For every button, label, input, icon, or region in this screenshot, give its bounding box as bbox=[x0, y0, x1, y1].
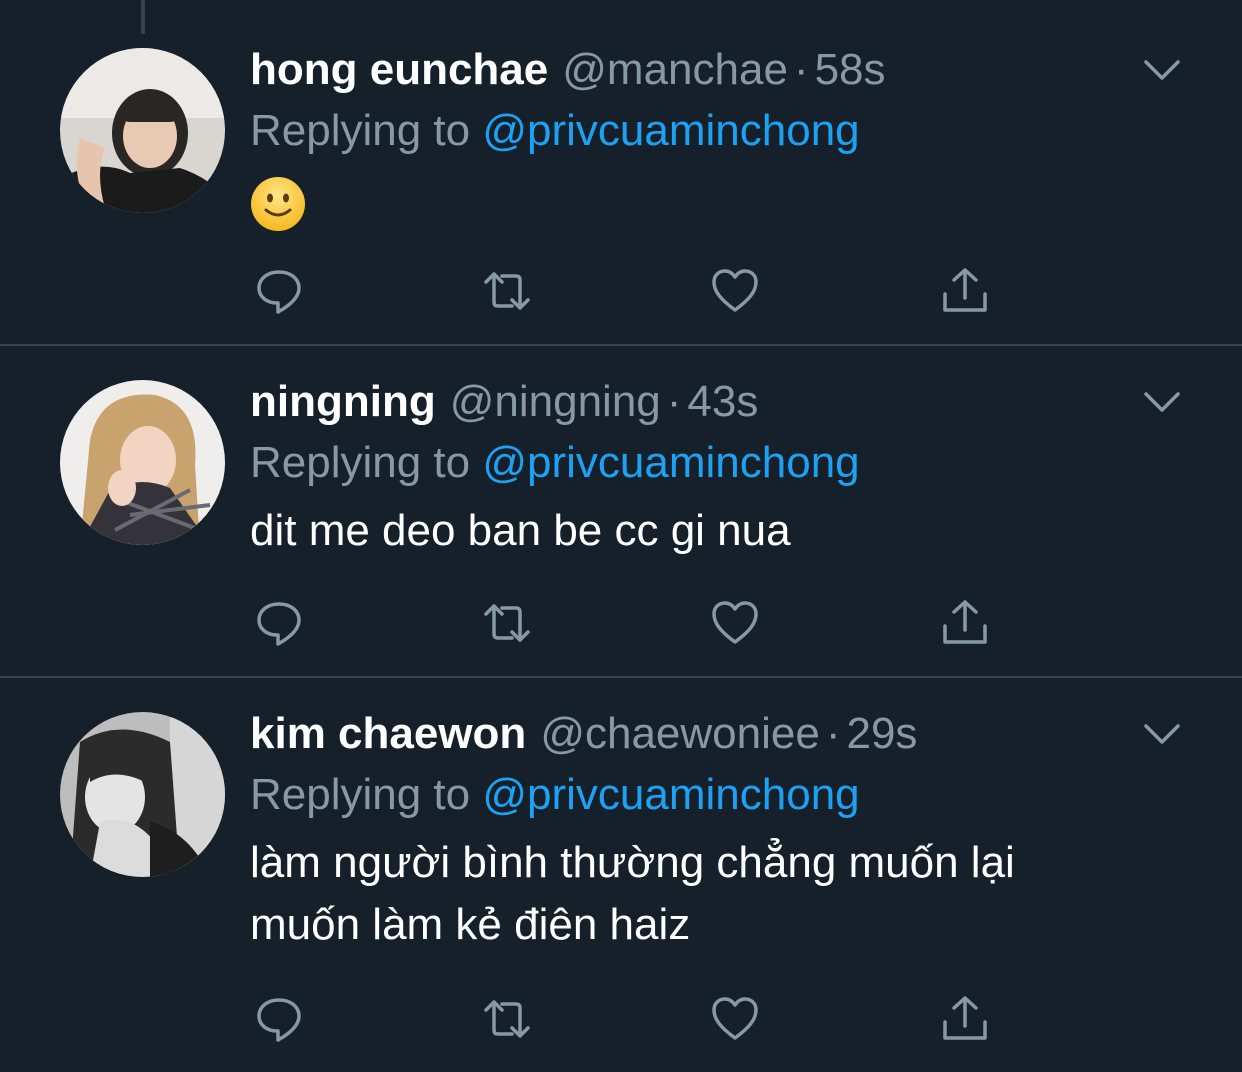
tweet-content: kim chaewon @chaewoniee · 29s Replying to @… bbox=[250, 709, 1182, 956]
separator-dot: · bbox=[666, 377, 682, 426]
tweet-header: hong eunchae @manchae · 58s bbox=[250, 40, 1182, 100]
user-handle[interactable]: @ningning bbox=[450, 377, 661, 426]
tweet[interactable]: kim chaewon @chaewoniee · 29s Replying to @… bbox=[0, 678, 1242, 1072]
timestamp[interactable]: 29s bbox=[846, 709, 917, 758]
replying-to-label: Replying to bbox=[250, 770, 483, 819]
share-icon[interactable] bbox=[940, 598, 990, 648]
tweet-actions bbox=[250, 598, 1010, 648]
mention-link[interactable]: @privcuaminchong bbox=[482, 438, 859, 487]
share-icon[interactable] bbox=[940, 266, 990, 316]
tweet-text: làm người bình thường chẳng muốn lại muố… bbox=[250, 832, 1182, 956]
tweet-text bbox=[250, 168, 1182, 249]
display-name[interactable]: kim chaewon bbox=[250, 709, 526, 758]
replying-to-line: Replying to @privcuaminchong bbox=[250, 432, 1182, 494]
timestamp[interactable]: 58s bbox=[815, 45, 886, 94]
chevron-down-icon[interactable] bbox=[1142, 388, 1182, 416]
avatar[interactable] bbox=[60, 712, 225, 877]
tweet-actions bbox=[250, 266, 1010, 316]
reply-icon[interactable] bbox=[254, 266, 304, 316]
heart-icon[interactable] bbox=[710, 266, 760, 316]
share-icon[interactable] bbox=[940, 994, 990, 1044]
replying-to-line: Replying to @privcuaminchong bbox=[250, 764, 1182, 826]
tweet-header: ningning @ningning · 43s bbox=[250, 372, 1182, 432]
tweet[interactable]: hong eunchae @manchae · 58s Replying to @pr… bbox=[0, 0, 1242, 346]
heart-icon[interactable] bbox=[710, 598, 760, 648]
replying-to-line: Replying to @privcuaminchong bbox=[250, 100, 1182, 162]
slightly-smiling-face-icon bbox=[250, 176, 306, 232]
retweet-icon[interactable] bbox=[482, 994, 532, 1044]
tweet-text: dit me deo ban be cc gi nua bbox=[250, 506, 791, 555]
tweet-content: ningning @ningning · 43s Replying to @privc… bbox=[250, 377, 1182, 562]
separator-dot: · bbox=[825, 709, 841, 758]
replying-to-label: Replying to bbox=[250, 106, 483, 155]
avatar[interactable] bbox=[60, 48, 225, 213]
timestamp[interactable]: 43s bbox=[687, 377, 758, 426]
chevron-down-icon[interactable] bbox=[1142, 56, 1182, 84]
retweet-icon[interactable] bbox=[482, 266, 532, 316]
tweet-header: kim chaewon @chaewoniee · 29s bbox=[250, 704, 1182, 764]
display-name[interactable]: ningning bbox=[250, 377, 436, 426]
reply-icon[interactable] bbox=[254, 598, 304, 648]
tweet-text-line: làm người bình thường chẳng muốn lại bbox=[250, 838, 1015, 887]
user-handle[interactable]: @manchae bbox=[562, 45, 788, 94]
heart-icon[interactable] bbox=[710, 994, 760, 1044]
reply-icon[interactable] bbox=[254, 994, 304, 1044]
reply-timeline: hong eunchae @manchae · 58s Replying to @pr… bbox=[0, 0, 1242, 1072]
chevron-down-icon[interactable] bbox=[1142, 720, 1182, 748]
retweet-icon[interactable] bbox=[482, 598, 532, 648]
separator-dot: · bbox=[793, 45, 809, 94]
tweet-text-line: muốn làm kẻ điên haiz bbox=[250, 900, 691, 949]
mention-link[interactable]: @privcuaminchong bbox=[482, 770, 859, 819]
avatar[interactable] bbox=[60, 380, 225, 545]
mention-link[interactable]: @privcuaminchong bbox=[482, 106, 859, 155]
tweet-content: hong eunchae @manchae · 58s Replying to @pr… bbox=[250, 40, 1182, 249]
tweet-actions bbox=[250, 994, 1010, 1044]
display-name[interactable]: hong eunchae bbox=[250, 45, 548, 94]
user-handle[interactable]: @chaewoniee bbox=[540, 709, 820, 758]
tweet[interactable]: ningning @ningning · 43s Replying to @privc… bbox=[0, 346, 1242, 678]
replying-to-label: Replying to bbox=[250, 438, 483, 487]
